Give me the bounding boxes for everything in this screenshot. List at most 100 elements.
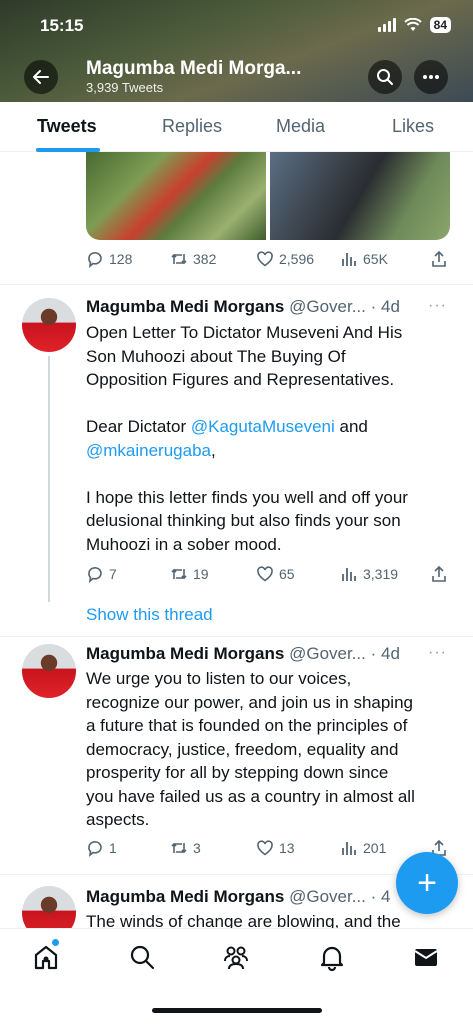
tweet-time: · 4d <box>370 644 400 663</box>
nav-home[interactable] <box>32 943 60 971</box>
tweet-time: · 4d <box>370 297 400 316</box>
communities-icon <box>224 946 248 970</box>
tweet-line: you have failed us as a country in almos… <box>86 786 415 806</box>
nav-search[interactable] <box>128 943 156 971</box>
reply-count: 7 <box>109 566 117 582</box>
tweet-line: delusional thinking but also finds your … <box>86 511 401 530</box>
author-handle[interactable]: @Gover... <box>289 887 366 906</box>
tweet-header: Magumba Medi Morgans @Gover... · 4d <box>86 644 400 664</box>
views-icon <box>342 253 356 266</box>
like-button[interactable]: 2,596 <box>256 250 314 268</box>
views-count: 3,319 <box>363 566 399 582</box>
retweet-button[interactable]: 3 <box>170 839 201 857</box>
signal-icon <box>377 18 396 32</box>
reply-button[interactable]: 128 <box>86 250 132 268</box>
tweet-header: Magumba Medi Morgans @Gover... · 4d <box>86 297 400 317</box>
heart-icon <box>257 840 273 856</box>
author-handle[interactable]: @Gover... <box>289 297 366 316</box>
tweet-divider <box>0 636 473 637</box>
reply-count: 128 <box>109 251 133 267</box>
nav-messages[interactable] <box>412 943 440 971</box>
profile-name: Magumba Medi Morga... <box>86 58 302 79</box>
reply-icon <box>88 567 102 583</box>
tab-replies[interactable]: Replies <box>162 116 222 137</box>
views-button[interactable]: 3,319 <box>340 565 398 583</box>
tweet-text[interactable]: Open Letter To Dictator Museveni And His… <box>86 321 456 556</box>
tweet-divider <box>0 284 473 285</box>
profile-tabs: Tweets Replies Media Likes <box>0 102 473 152</box>
author-name[interactable]: Magumba Medi Morgans <box>86 297 284 316</box>
author-name[interactable]: Magumba Medi Morgans <box>86 644 284 663</box>
mention-link[interactable]: @mkainerugaba <box>86 441 211 460</box>
author-name[interactable]: Magumba Medi Morgans <box>86 887 284 906</box>
tweet-line: democracy, justice, freedom, equality an… <box>86 739 399 759</box>
heart-icon <box>257 251 273 267</box>
tweet-line: a future that is founded on the principl… <box>86 716 408 735</box>
views-count: 201 <box>363 840 387 856</box>
tweet-line: @mkainerugaba, <box>86 439 456 463</box>
tweet-count: 3,939 Tweets <box>86 80 164 95</box>
tab-tweets[interactable]: Tweets <box>37 116 97 137</box>
tweet-line: I hope this letter finds you well and of… <box>86 487 408 507</box>
reply-button[interactable]: 7 <box>86 565 117 583</box>
tweet-image-garden[interactable] <box>86 152 266 240</box>
share-button[interactable] <box>430 250 448 268</box>
author-handle[interactable]: @Gover... <box>289 644 366 663</box>
tweet-line: We urge you to listen to our voices, <box>86 669 352 688</box>
tweet-menu-button[interactable]: ··· <box>428 297 447 315</box>
profile-header: 15:15 84 Magumba Medi Morga... 3,939 Twe… <box>0 0 473 102</box>
nav-notifications[interactable] <box>318 943 346 972</box>
tab-likes[interactable]: Likes <box>392 116 434 137</box>
search-icon <box>130 945 155 970</box>
retweet-button[interactable]: 19 <box>170 565 209 583</box>
more-icon <box>423 75 439 79</box>
views-icon <box>342 568 356 581</box>
tweet-line: Muhoozi in a sober mood. <box>86 534 282 554</box>
tweet-line: aspects. <box>86 810 150 829</box>
show-thread-link[interactable]: Show this thread <box>86 605 213 625</box>
tweet-menu-button[interactable]: ··· <box>428 644 447 662</box>
tab-media[interactable]: Media <box>276 116 325 137</box>
tweet-header: Magumba Medi Morgans @Gover... · 4 <box>86 887 390 907</box>
tweet-image-statue[interactable] <box>270 152 450 240</box>
mention-link[interactable]: @KagutaMuseveni <box>191 417 335 436</box>
like-button[interactable]: 13 <box>256 839 295 857</box>
retweet-button[interactable]: 382 <box>170 250 216 268</box>
views-count: 65K <box>363 251 388 267</box>
share-button[interactable] <box>430 565 448 583</box>
tweet-line: Son Muhoozi about The Buying Of <box>86 346 346 366</box>
back-button[interactable] <box>24 60 58 94</box>
tweet-text[interactable]: We urge you to listen to our voices, rec… <box>86 667 456 832</box>
search-icon <box>377 69 393 85</box>
views-button[interactable]: 201 <box>340 839 386 857</box>
retweet-icon <box>171 253 187 265</box>
status-time: 15:15 <box>40 16 84 35</box>
reply-button[interactable]: 1 <box>86 839 117 857</box>
more-options-button[interactable] <box>414 60 448 94</box>
compose-tweet-button[interactable]: + <box>396 852 458 914</box>
status-icons: 84 <box>377 17 451 33</box>
heart-icon <box>257 566 273 582</box>
envelope-icon <box>414 949 438 966</box>
tweet-media[interactable] <box>86 152 450 240</box>
like-button[interactable]: 65 <box>256 565 295 583</box>
retweet-icon <box>171 568 187 580</box>
tweet-time: · 4 <box>370 887 391 906</box>
nav-communities[interactable] <box>222 943 250 971</box>
avatar[interactable] <box>22 644 76 698</box>
views-button[interactable]: 65K <box>340 250 388 268</box>
thread-line <box>48 356 50 602</box>
tweet-actions: 7 19 65 3,319 <box>86 565 450 587</box>
search-button[interactable] <box>368 60 402 94</box>
tweet-actions: 1 3 13 201 <box>86 839 450 861</box>
home-icon <box>34 945 58 970</box>
tweet-line: Open Letter To Dictator Museveni And His <box>86 323 403 342</box>
avatar[interactable] <box>22 298 76 352</box>
retweet-count: 382 <box>193 251 217 267</box>
share-icon <box>432 565 446 582</box>
tweet-line: Dear Dictator @KagutaMuseveni and <box>86 415 456 439</box>
salutation-text: Dear Dictator <box>86 417 191 436</box>
retweet-icon <box>171 842 187 854</box>
reply-icon <box>88 841 102 857</box>
reply-icon <box>88 252 102 268</box>
